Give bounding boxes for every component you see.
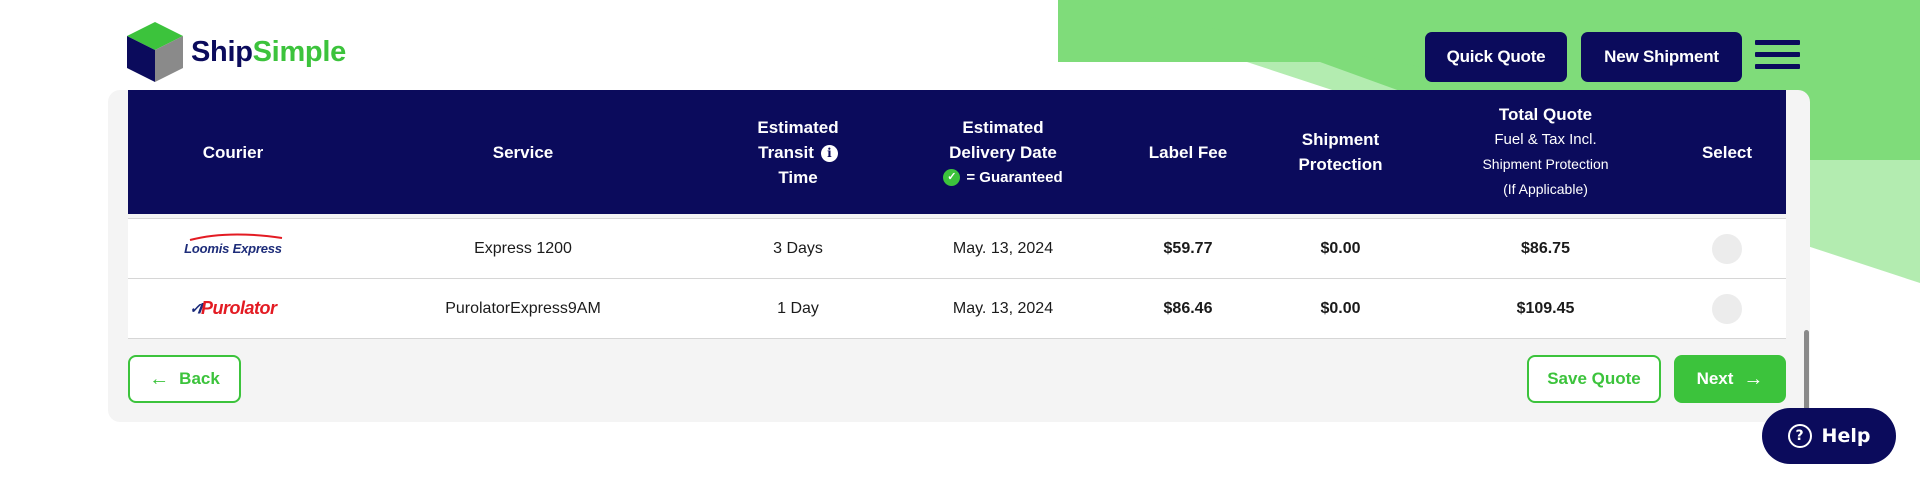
col-transit: Estimated Transit i Time <box>757 117 839 187</box>
select-radio[interactable] <box>1712 233 1742 264</box>
question-icon: ? <box>1787 424 1812 448</box>
service-name: Express 1200 <box>474 239 572 257</box>
new-shipment-button[interactable]: New Shipment <box>1581 32 1742 82</box>
label-fee: $86.46 <box>1163 299 1213 317</box>
arrow-right-icon: → <box>1743 367 1764 390</box>
col-protection: Shipment Protection <box>1298 130 1383 174</box>
back-button[interactable]: ← Back <box>128 355 241 403</box>
table-row[interactable]: Loomis Express Express 1200 3 Days May. … <box>128 218 1786 279</box>
info-icon[interactable]: i <box>820 144 838 162</box>
col-select: Select <box>1701 142 1753 162</box>
transit-time: 3 Days <box>773 239 823 257</box>
col-delivery: Estimated Delivery Date ✓ = Guaranteed <box>888 90 1118 214</box>
select-cell <box>1668 279 1786 338</box>
table-header: Courier Service Estimated Transit i Time … <box>128 90 1786 214</box>
select-radio[interactable] <box>1712 293 1742 324</box>
help-button[interactable]: ? Help <box>1762 408 1896 464</box>
menu-icon[interactable] <box>1755 40 1800 74</box>
scrollbar[interactable] <box>1804 330 1809 418</box>
cube-logo-icon <box>127 22 183 82</box>
shipment-protection: $0.00 <box>1320 239 1361 257</box>
col-total: Total Quote Fuel & Tax Incl. Shipment Pr… <box>1482 105 1609 197</box>
brand-logo[interactable]: ShipSimple <box>125 20 346 84</box>
select-cell <box>1668 219 1786 278</box>
brand-name-part1: Ship <box>191 35 253 68</box>
courier-logo-loomis: Loomis Express <box>128 219 338 278</box>
quick-quote-button[interactable]: Quick Quote <box>1425 32 1567 82</box>
total-quote: $86.75 <box>1521 239 1570 257</box>
total-quote: $109.45 <box>1516 299 1575 317</box>
shipment-protection: $0.00 <box>1320 299 1361 317</box>
delivery-date: May. 13, 2024 <box>952 299 1054 317</box>
col-service: Service <box>492 142 554 162</box>
brand-name: ShipSimple <box>191 36 346 69</box>
label-fee: $59.77 <box>1163 239 1213 257</box>
save-quote-button[interactable]: Save Quote <box>1527 355 1661 403</box>
delivery-date: May. 13, 2024 <box>952 239 1054 257</box>
brand-name-part2: Simple <box>252 35 347 68</box>
transit-time: 1 Day <box>777 299 819 317</box>
arrow-left-icon: ← <box>149 367 170 390</box>
col-courier: Courier <box>202 142 264 162</box>
col-label-fee: Label Fee <box>1148 142 1228 162</box>
courier-logo-purolator: ✓//Purolator <box>189 298 277 318</box>
service-name: PurolatorExpress9AM <box>445 299 601 317</box>
check-circle-icon: ✓ <box>943 168 961 186</box>
table-row[interactable]: ✓//Purolator PurolatorExpress9AM 1 Day M… <box>128 279 1786 339</box>
quote-table-body: Loomis Express Express 1200 3 Days May. … <box>128 218 1786 339</box>
next-button[interactable]: Next → <box>1674 355 1786 403</box>
